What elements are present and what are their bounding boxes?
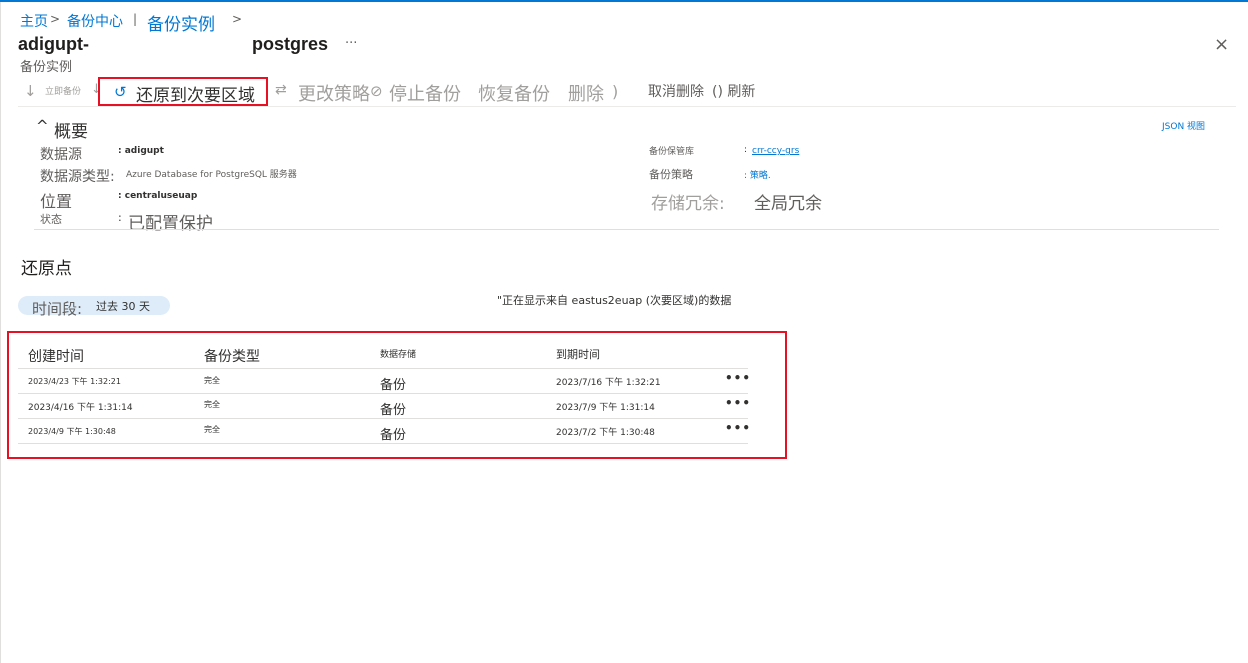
- breadcrumb-separator: >: [232, 12, 243, 26]
- restore-to-secondary-region-label: 还原到次要区域: [136, 86, 255, 106]
- time-period-value: 过去 30 天: [96, 300, 150, 313]
- expiry-cell: 2023/7/2 下午 1:30:48: [556, 428, 655, 438]
- page-title-prefix: adigupt-: [18, 34, 89, 54]
- datasource-type-value: Azure Database for PostgreSQL 服务器: [126, 170, 297, 180]
- more-options-icon[interactable]: ···: [345, 36, 357, 51]
- delete-paren-text: ): [612, 82, 619, 101]
- row-more-icon[interactable]: •••: [725, 396, 751, 410]
- stop-backup-icon: ⊘: [370, 82, 383, 100]
- restore-points-heading: 还原点: [21, 259, 72, 279]
- breadcrumb-backup-center[interactable]: 备份中心: [67, 11, 123, 31]
- backup-type-cell: 完全: [204, 400, 220, 409]
- resume-backup-button[interactable]: 恢复备份: [478, 80, 550, 106]
- restore-icon: ↺: [114, 83, 127, 101]
- row-divider: [18, 418, 748, 419]
- download-arrow-icon: ↓: [24, 82, 37, 100]
- column-header-created[interactable]: 创建时间: [28, 346, 84, 366]
- datasource-type-label: 数据源类型:: [40, 169, 115, 185]
- policy-label: 备份策略: [649, 168, 693, 181]
- backup-now-button[interactable]: 立即备份: [45, 84, 81, 97]
- policy-link[interactable]: : 策略.: [744, 168, 771, 181]
- delete-button[interactable]: 删除: [568, 80, 604, 106]
- time-period-filter[interactable]: 时间段: 过去 30 天: [18, 296, 170, 318]
- expiry-cell: 2023/7/9 下午 1:31:14: [556, 403, 655, 413]
- stop-backup-button[interactable]: 停止备份: [389, 80, 461, 106]
- breadcrumb-separator: |: [133, 12, 138, 26]
- header-divider: [18, 368, 748, 369]
- column-header-backup-type[interactable]: 备份类型: [204, 346, 260, 366]
- breadcrumb-backup-instances[interactable]: 备份实例: [147, 10, 215, 35]
- breadcrumb-home[interactable]: 主页: [20, 11, 48, 31]
- breadcrumb-separator: >: [50, 12, 61, 26]
- datastore-cell: 备份: [380, 403, 407, 418]
- location-value: : centraluseuap: [118, 191, 198, 201]
- change-policy-icon: ⇄: [275, 82, 287, 98]
- backup-type-cell: 完全: [204, 376, 220, 385]
- essentials-divider: [34, 229, 1219, 230]
- expiry-cell: 2023/7/16 下午 1:32:21: [556, 378, 661, 388]
- column-header-expiry[interactable]: 到期时间: [556, 346, 600, 362]
- row-more-icon[interactable]: •••: [725, 371, 751, 385]
- datasource-value: : adigupt: [118, 146, 164, 156]
- essentials-heading: 概要: [54, 122, 88, 142]
- time-period-label: 时间段:: [32, 300, 83, 318]
- restore-to-secondary-region-button[interactable]: ↺ 还原到次要区域: [98, 77, 268, 106]
- storage-redundancy-value: 全局冗余: [754, 194, 822, 214]
- datastore-cell: 备份: [380, 428, 407, 443]
- page-subtitle: 备份实例: [20, 60, 73, 75]
- undelete-button[interactable]: 取消删除: [648, 81, 704, 101]
- json-view-link[interactable]: JSON 视图: [1162, 119, 1205, 132]
- secondary-region-notice: "正在显示来自 eastus2euap (次要区域)的数据: [497, 294, 732, 307]
- vault-colon: :: [744, 145, 748, 155]
- column-header-datastore[interactable]: 数据存储: [380, 347, 416, 360]
- close-icon[interactable]: ×: [1214, 34, 1229, 55]
- created-cell: 2023/4/23 下午 1:32:21: [28, 377, 121, 386]
- change-policy-button[interactable]: 更改策略: [298, 80, 370, 106]
- row-more-icon[interactable]: •••: [725, 421, 751, 435]
- storage-redundancy-label: 存储冗余:: [651, 194, 725, 214]
- backup-type-cell: 完全: [204, 425, 220, 434]
- vault-label: 备份保管库: [649, 147, 695, 157]
- status-colon: :: [118, 211, 122, 224]
- top-accent-bar: [0, 0, 1248, 2]
- toolbar-divider: [18, 106, 1236, 107]
- row-divider: [18, 443, 748, 444]
- created-cell: 2023/4/9 下午 1:30:48: [28, 427, 116, 436]
- vault-link[interactable]: crr-ccy-grs: [752, 146, 799, 156]
- datastore-cell: 备份: [380, 378, 407, 393]
- left-border: [0, 2, 1, 663]
- row-divider: [18, 393, 748, 394]
- datasource-label: 数据源: [40, 147, 82, 163]
- status-label: 状态: [40, 213, 62, 226]
- page-title-suffix: postgres: [252, 34, 329, 54]
- created-cell: 2023/4/16 下午 1:31:14: [28, 403, 133, 413]
- status-value: 已配置保护: [128, 214, 213, 234]
- collapse-chevron-icon[interactable]: ^: [36, 117, 49, 135]
- location-label: 位置: [40, 192, 73, 211]
- refresh-button[interactable]: () 刷新: [712, 81, 755, 101]
